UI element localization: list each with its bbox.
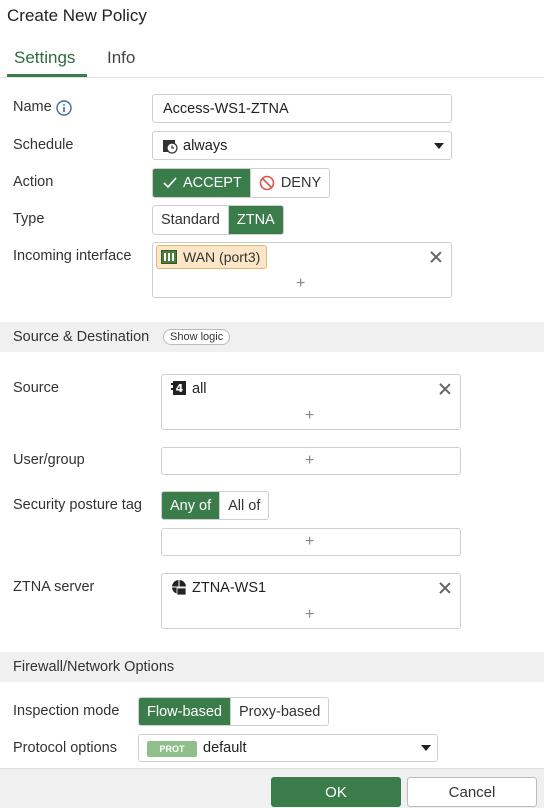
schedule-select[interactable]: always <box>152 131 452 160</box>
action-label: Action <box>13 174 54 190</box>
server-icon <box>172 580 187 595</box>
type-ztna-option[interactable]: ZTNA <box>227 206 283 234</box>
tab-settings[interactable]: Settings <box>14 48 75 68</box>
ztna-server-chip-label: ZTNA-WS1 <box>192 580 267 596</box>
accept-option[interactable]: ACCEPT <box>153 169 250 197</box>
accept-label: ACCEPT <box>183 175 242 191</box>
name-label: Name <box>13 99 52 115</box>
add-icon[interactable]: + <box>305 607 314 623</box>
dialog-title: Create New Policy <box>7 6 147 25</box>
source-field[interactable]: 4 all + <box>161 374 461 430</box>
incoming-interface-field[interactable]: WAN (port3) + <box>152 242 452 298</box>
address-icon: 4 <box>171 381 186 395</box>
interface-chip-label: WAN (port3) <box>183 249 261 265</box>
deny-label: DENY <box>280 175 322 191</box>
tab-info[interactable]: Info <box>107 48 135 68</box>
deny-option[interactable]: DENY <box>249 169 329 197</box>
add-icon[interactable]: + <box>305 453 314 469</box>
protocol-options-label: Protocol options <box>13 740 117 756</box>
add-icon[interactable]: + <box>296 276 305 292</box>
name-input[interactable]: Access-WS1-ZTNA <box>152 94 452 123</box>
tab-bar: Settings Info <box>0 36 544 78</box>
cancel-button[interactable]: Cancel <box>407 777 537 807</box>
protocol-value: default <box>203 740 247 756</box>
section-title: Source & Destination <box>13 329 150 345</box>
protocol-options-select[interactable]: PROT default <box>138 734 438 762</box>
add-icon[interactable]: + <box>305 408 314 424</box>
type-label: Type <box>13 211 45 227</box>
firewall-options-header: Firewall/Network Options <box>0 652 544 682</box>
interface-icon <box>161 250 177 264</box>
svg-text:4: 4 <box>176 382 184 395</box>
name-input-value: Access-WS1-ZTNA <box>163 101 289 117</box>
schedule-label: Schedule <box>13 137 74 153</box>
action-toggle: ACCEPT DENY <box>152 168 331 198</box>
inspection-mode-label: Inspection mode <box>13 703 120 719</box>
interface-chip[interactable]: WAN (port3) <box>156 245 268 269</box>
posture-match-toggle: Any of All of <box>161 491 270 520</box>
type-toggle: Standard ZTNA <box>152 205 284 235</box>
section-title: Firewall/Network Options <box>13 659 175 675</box>
ztna-server-label: ZTNA server <box>13 579 95 595</box>
security-posture-label: Security posture tag <box>13 497 142 513</box>
dialog-footer: OK Cancel <box>0 768 544 808</box>
chevron-down-icon <box>421 745 431 751</box>
ok-button[interactable]: OK <box>271 777 401 807</box>
source-destination-header: Source & Destination Show logic <box>0 322 544 352</box>
clock-icon <box>163 140 178 154</box>
info-icon[interactable] <box>56 100 72 116</box>
type-standard-option[interactable]: Standard <box>153 206 228 234</box>
no-entry-icon <box>259 175 275 191</box>
posture-all-option[interactable]: All of <box>219 492 268 519</box>
source-label: Source <box>13 380 59 396</box>
schedule-value: always <box>183 138 228 154</box>
user-group-label: User/group <box>13 452 85 468</box>
check-icon <box>163 177 177 189</box>
posture-any-option[interactable]: Any of <box>162 492 220 519</box>
incoming-interface-label: Incoming interface <box>13 248 132 264</box>
add-icon[interactable]: + <box>305 534 314 550</box>
ztna-server-field[interactable]: ZTNA-WS1 + <box>161 573 461 629</box>
show-logic-button[interactable]: Show logic <box>163 329 231 345</box>
close-icon[interactable] <box>439 383 451 395</box>
proxy-based-option[interactable]: Proxy-based <box>229 698 328 725</box>
protocol-badge: PROT <box>147 741 197 757</box>
close-icon[interactable] <box>439 582 451 594</box>
flow-based-option[interactable]: Flow-based <box>139 698 230 725</box>
active-tab-indicator <box>7 74 87 77</box>
posture-tag-field[interactable]: + <box>161 528 461 556</box>
user-group-field[interactable]: + <box>161 447 461 475</box>
close-icon[interactable] <box>430 251 442 263</box>
source-chip-label: all <box>192 381 207 397</box>
inspection-mode-toggle: Flow-based Proxy-based <box>138 697 330 726</box>
chevron-down-icon <box>434 143 444 149</box>
